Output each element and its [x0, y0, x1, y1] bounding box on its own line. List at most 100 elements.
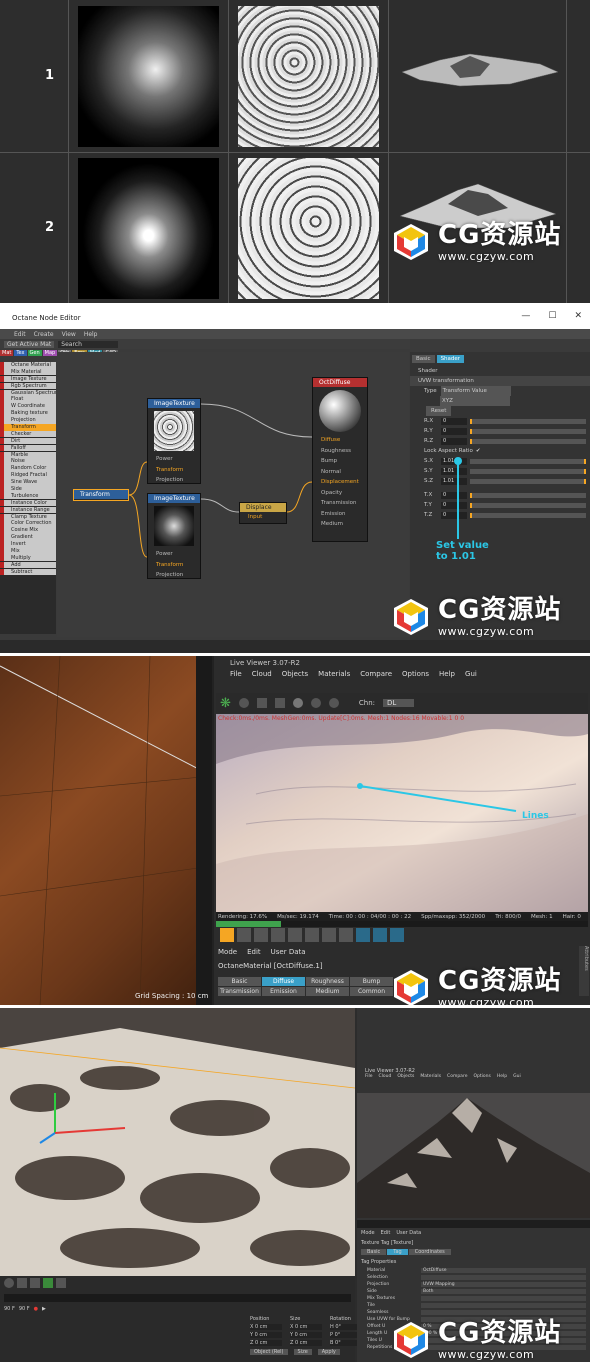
displace-node[interactable]: Displace Input	[239, 502, 287, 524]
property-value[interactable]: OctDiffuse	[421, 1268, 586, 1273]
node-list-item[interactable]: Falloff	[0, 444, 56, 452]
port-transmission[interactable]: Transmission	[313, 498, 367, 509]
tool-icon[interactable]	[373, 928, 387, 942]
port-power[interactable]: Power	[148, 549, 200, 560]
octane-settings-icon[interactable]	[220, 928, 234, 942]
viewport-terrain[interactable]	[0, 1008, 355, 1276]
tab-basic[interactable]: Basic	[361, 1249, 387, 1255]
port-transform[interactable]: Transform	[148, 560, 200, 571]
node-list-item[interactable]: Ridged Fractal	[0, 472, 56, 479]
slider-thumb[interactable]	[583, 468, 586, 474]
tab-common[interactable]: Common	[350, 987, 393, 996]
node-list-item[interactable]: Baking texture	[0, 410, 56, 417]
pick-icon[interactable]	[328, 698, 339, 708]
scale-slider[interactable]	[470, 478, 586, 484]
channel-dropdown[interactable]: DL	[383, 699, 415, 707]
tab-bump[interactable]: Bump	[350, 977, 393, 986]
coord-field[interactable]: Z 0 cm	[250, 1340, 282, 1346]
tab-roughness[interactable]: Roughness	[306, 977, 349, 986]
node-list-item[interactable]: Mix	[0, 548, 56, 555]
port-projection[interactable]: Projection	[148, 475, 200, 486]
coord-field[interactable]: X 0 cm	[250, 1324, 282, 1330]
node-list-item[interactable]: Gradient	[0, 534, 56, 541]
menu-mode[interactable]: Mode	[218, 948, 237, 956]
type-sub-dropdown[interactable]: XYZ	[440, 396, 510, 406]
tab-medium[interactable]: Medium	[306, 987, 349, 996]
rotation-value[interactable]: 0	[441, 437, 467, 445]
tool-icon[interactable]	[30, 1278, 40, 1288]
menu-edit[interactable]: Edit	[247, 948, 261, 956]
node-list-item[interactable]: Checker	[0, 430, 56, 438]
coord-field[interactable]: Y 0 cm	[290, 1332, 322, 1338]
coord-field[interactable]: X 0 cm	[290, 1324, 322, 1330]
slider-thumb[interactable]	[470, 502, 472, 508]
property-value[interactable]	[421, 1296, 586, 1301]
property-value[interactable]: UVW Mapping	[421, 1282, 586, 1287]
cat-tab-map[interactable]: Map	[42, 350, 58, 356]
rotation-slider[interactable]	[470, 418, 586, 424]
menu-file[interactable]: File	[365, 1074, 373, 1079]
start-render-icon[interactable]: ❋	[220, 696, 231, 711]
uvw-group-label[interactable]: UVW transformation	[410, 376, 590, 386]
rotation-slider[interactable]	[470, 438, 586, 444]
menu-cloud[interactable]: Cloud	[252, 670, 272, 678]
property-value[interactable]: Both	[421, 1289, 586, 1294]
play-icon[interactable]: ▶	[42, 1306, 46, 1312]
menu-file[interactable]: File	[230, 670, 242, 678]
coord-button[interactable]: Apply	[317, 1349, 340, 1355]
menu-cloud[interactable]: Cloud	[379, 1074, 392, 1079]
port-normal[interactable]: Normal	[313, 467, 367, 478]
node-list-item[interactable]: Invert	[0, 541, 56, 548]
tab-emission[interactable]: Emission	[262, 987, 305, 996]
material-icon[interactable]	[292, 698, 303, 708]
menu-compare[interactable]: Compare	[447, 1074, 467, 1079]
menu-edit[interactable]: Edit	[381, 1230, 391, 1236]
node-list-item[interactable]: Octane Material	[0, 362, 56, 369]
tab-tag[interactable]: Tag	[387, 1249, 408, 1255]
tool-icon[interactable]	[271, 928, 285, 942]
get-active-mat-button[interactable]: Get Active Mat	[4, 340, 55, 348]
node-list-item[interactable]: Instance Color	[0, 499, 56, 507]
menu-options[interactable]: Options	[473, 1074, 490, 1079]
tab-diffuse[interactable]: Diffuse	[262, 977, 305, 986]
menu-mode[interactable]: Mode	[361, 1230, 375, 1236]
node-list-item[interactable]: Random Color	[0, 465, 56, 472]
port-medium[interactable]: Medium	[313, 519, 367, 530]
tab-coordinates[interactable]: Coordinates	[408, 1249, 451, 1255]
tab-shader[interactable]: Shader	[436, 355, 465, 363]
coord-field[interactable]: Y 0 cm	[250, 1332, 282, 1338]
rotation-value[interactable]: 0	[441, 417, 467, 425]
slider-thumb[interactable]	[583, 458, 586, 464]
menu-objects[interactable]: Objects	[282, 670, 308, 678]
port-displacement[interactable]: Displacement	[313, 477, 367, 488]
cat-tab-gen[interactable]: Gen	[27, 350, 42, 356]
node-list-item[interactable]: Instance Range	[0, 506, 56, 514]
port-transform[interactable]: Transform	[148, 465, 200, 476]
node-list-item[interactable]: Sine Wave	[0, 479, 56, 486]
cat-tab-mat[interactable]: Mat	[0, 350, 14, 356]
property-value[interactable]	[421, 1275, 586, 1280]
port-projection[interactable]: Projection	[148, 570, 200, 581]
reset-button[interactable]: Reset	[426, 406, 452, 416]
menu-user-data[interactable]: User Data	[396, 1230, 421, 1236]
node-list-item[interactable]: Turbulence	[0, 492, 56, 500]
slider-thumb[interactable]	[470, 428, 472, 434]
menu-gui[interactable]: Gui	[513, 1074, 521, 1079]
pause-icon[interactable]	[256, 698, 267, 708]
slider-thumb[interactable]	[470, 512, 472, 518]
node-list-item[interactable]: Float	[0, 396, 56, 403]
lock-icon[interactable]	[310, 698, 321, 708]
tool-icon[interactable]	[322, 928, 336, 942]
tab-transmission[interactable]: Transmission	[218, 987, 261, 996]
stop-icon[interactable]	[238, 698, 249, 708]
translate-slider[interactable]	[470, 502, 586, 508]
image-texture-node-2[interactable]: ImageTexture Power Transform Projection	[147, 493, 201, 579]
search-field[interactable]: Search	[58, 340, 119, 348]
tool-icon[interactable]	[4, 1278, 14, 1288]
tool-icon[interactable]	[288, 928, 302, 942]
slider-thumb[interactable]	[470, 492, 472, 498]
node-list-item[interactable]: Projection	[0, 417, 56, 424]
record-icon[interactable]: ●	[34, 1306, 38, 1312]
node-list-item[interactable]: Rgb Spectrum	[0, 382, 56, 390]
minimize-icon[interactable]: —	[521, 311, 530, 321]
